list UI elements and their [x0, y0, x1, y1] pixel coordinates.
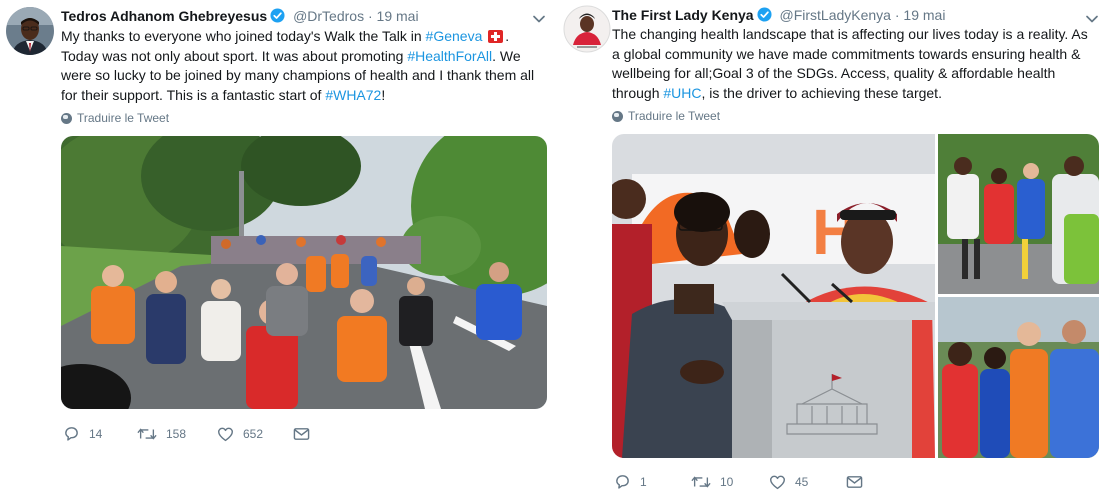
- translate-tweet-link[interactable]: Traduire le Tweet: [612, 109, 720, 123]
- tweet-firstladykenya: The First Lady Kenya @FirstLadyKenya · 1…: [556, 0, 1117, 494]
- globe-icon: [612, 110, 623, 122]
- tweet-photo-top-right[interactable]: [938, 134, 1099, 294]
- like-count: 45: [795, 474, 809, 489]
- tweet-text: My thanks to everyone who joined today's…: [61, 27, 547, 105]
- retweet-count: 158: [166, 426, 187, 441]
- retweet-icon: [691, 474, 711, 490]
- author-name[interactable]: The First Lady Kenya: [612, 7, 754, 23]
- like-count: 652: [243, 426, 264, 441]
- direct-message-button[interactable]: [846, 475, 863, 489]
- avatar[interactable]: [6, 7, 54, 55]
- dm-icon: [846, 475, 863, 489]
- swiss-flag-icon: [488, 30, 504, 43]
- separator-dot: ·: [367, 8, 373, 24]
- reply-count: 14: [89, 426, 103, 441]
- retweet-icon: [137, 426, 157, 442]
- tweet-header: The First Lady Kenya @FirstLadyKenya · 1…: [612, 6, 945, 26]
- tweet-text-part: !: [381, 86, 386, 103]
- translate-label: Traduire le Tweet: [628, 109, 721, 123]
- globe-icon: [61, 112, 72, 124]
- reply-count: 1: [640, 474, 647, 489]
- translate-tweet-link[interactable]: Traduire le Tweet: [61, 111, 169, 125]
- retweet-button[interactable]: 158: [137, 426, 217, 442]
- tweet-actions: 14 158 652: [63, 425, 310, 442]
- direct-message-button[interactable]: [293, 427, 310, 441]
- verified-badge-icon: [757, 7, 772, 26]
- avatar[interactable]: [563, 5, 611, 53]
- separator-dot: ·: [894, 7, 900, 23]
- hashtag-wha72[interactable]: #WHA72: [325, 87, 381, 103]
- reply-button[interactable]: 14: [63, 425, 137, 442]
- tweet-text: The changing health landscape that is af…: [612, 25, 1092, 103]
- tweet-actions: 1 10 45: [614, 473, 863, 490]
- reply-icon: [63, 425, 80, 442]
- hashtag-uhc[interactable]: #UHC: [663, 85, 701, 101]
- hashtag-healthforall[interactable]: #HealthForAll: [407, 48, 492, 64]
- like-button[interactable]: 45: [769, 474, 846, 490]
- tweet-header: Tedros Adhanom Ghebreyesus @DrTedros · 1…: [61, 7, 419, 27]
- hashtag-geneva[interactable]: #Geneva: [426, 28, 483, 44]
- tweet-date[interactable]: 19 mai: [903, 7, 945, 23]
- like-icon: [217, 426, 234, 442]
- like-icon: [769, 474, 786, 490]
- reply-button[interactable]: 1: [614, 473, 691, 490]
- verified-badge-icon: [270, 8, 285, 27]
- retweet-count: 10: [720, 474, 734, 489]
- tweet-date[interactable]: 19 mai: [377, 8, 419, 24]
- dm-icon: [293, 427, 310, 441]
- tweet-video[interactable]: [61, 136, 547, 409]
- tweet-text-part: , is the driver to achieving these targe…: [701, 84, 942, 101]
- like-button[interactable]: 652: [217, 426, 293, 442]
- author-handle[interactable]: @DrTedros: [293, 8, 364, 24]
- tweet-photo-main[interactable]: H: [612, 134, 935, 458]
- tweet-photo-bottom-right[interactable]: [938, 297, 1099, 458]
- tweet-photo-collage: H: [612, 134, 1099, 458]
- reply-icon: [614, 473, 631, 490]
- author-handle[interactable]: @FirstLadyKenya: [779, 7, 890, 23]
- retweet-button[interactable]: 10: [691, 474, 769, 490]
- chevron-down-icon[interactable]: [532, 11, 546, 23]
- tweet-text-part: My thanks to everyone who joined today's…: [61, 28, 426, 44]
- author-name[interactable]: Tedros Adhanom Ghebreyesus: [61, 8, 267, 24]
- chevron-down-icon[interactable]: [1085, 11, 1099, 23]
- translate-label: Traduire le Tweet: [77, 111, 170, 125]
- tweet-drtedros: Tedros Adhanom Ghebreyesus @DrTedros · 1…: [0, 0, 556, 494]
